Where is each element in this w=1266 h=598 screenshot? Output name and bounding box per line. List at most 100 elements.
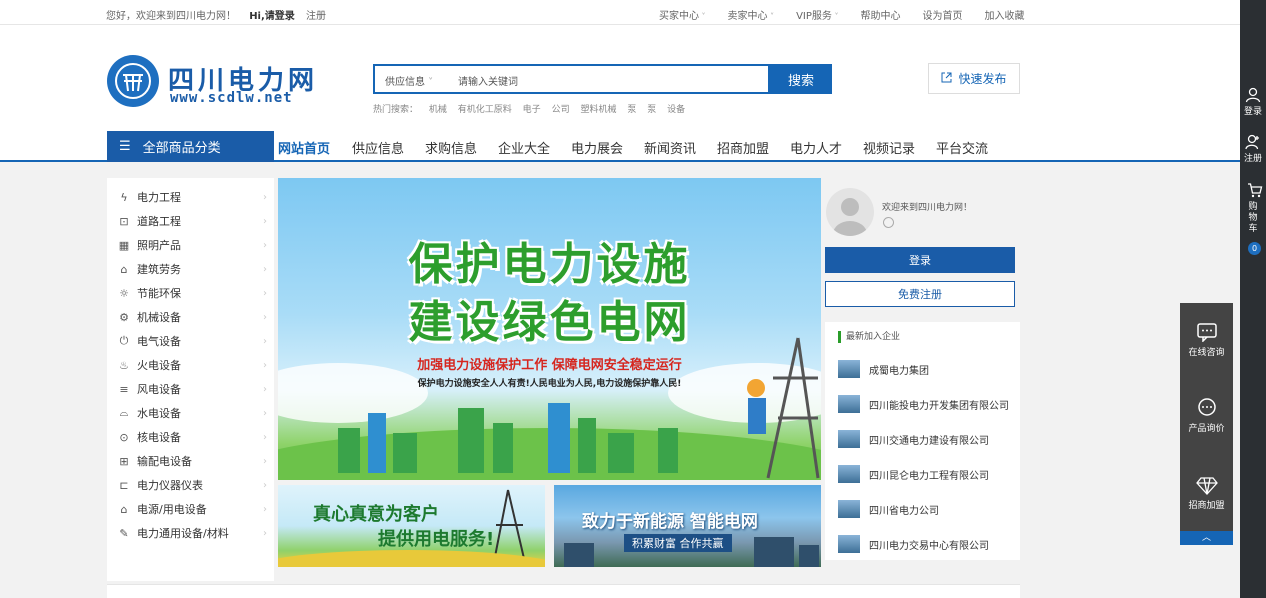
- category-item[interactable]: ⏻ 电气设备 ›: [117, 331, 267, 351]
- register-link[interactable]: 注册: [306, 11, 326, 22]
- category-item[interactable]: ⌂ 建筑劳务 ›: [117, 259, 268, 279]
- logo-icon[interactable]: [107, 55, 159, 107]
- company-item[interactable]: 四川省电力公司: [838, 498, 939, 520]
- transformer-icon: ⊞: [119, 454, 129, 468]
- category-item[interactable]: ⚙ 机械设备 ›: [117, 307, 267, 327]
- add-user-icon: [1245, 134, 1259, 150]
- hot-term[interactable]: 设备: [667, 105, 685, 115]
- category-item[interactable]: ▦ 照明产品 ›: [117, 235, 267, 255]
- company-thumbnail: [838, 535, 860, 553]
- worker-icon: ⌂: [120, 262, 128, 276]
- category-item[interactable]: ⌓ 水电设备 ›: [117, 403, 267, 423]
- back-to-top-button[interactable]: ︿: [1180, 531, 1233, 545]
- hot-term[interactable]: 公司: [552, 105, 570, 115]
- hot-term[interactable]: 泵: [647, 105, 656, 115]
- hot-term[interactable]: 塑料机械: [580, 105, 616, 115]
- company-item[interactable]: 成蜀电力集团: [838, 358, 929, 380]
- chevron-right-icon: ›: [263, 239, 267, 251]
- company-thumbnail: [838, 465, 860, 483]
- user-icon: [1245, 87, 1261, 103]
- nav-item-exhibitions[interactable]: 电力展会: [571, 138, 623, 157]
- headset-icon[interactable]: [883, 217, 894, 228]
- set-homepage-link[interactable]: 设为首页: [922, 7, 962, 22]
- category-item[interactable]: ⊙ 核电设备 ›: [117, 427, 267, 447]
- login-button[interactable]: 登录: [825, 247, 1015, 273]
- category-item[interactable]: ⊡ 道路工程 ›: [117, 211, 267, 231]
- category-label: 电气设备: [137, 335, 181, 348]
- wind-icon: ≡: [119, 382, 129, 396]
- tool-icon: ✎: [119, 526, 129, 540]
- company-thumbnail: [838, 360, 860, 378]
- flame-icon: ♨: [119, 358, 129, 372]
- category-item[interactable]: ♨ 火电设备 ›: [117, 355, 267, 375]
- quick-publish-button[interactable]: 快速发布: [928, 63, 1020, 94]
- company-name: 四川昆仑电力工程有限公司: [869, 470, 989, 482]
- nav-item-purchase[interactable]: 求购信息: [425, 138, 477, 157]
- shirt-icon: ⌓: [119, 406, 129, 419]
- chevron-right-icon: ›: [263, 215, 267, 227]
- login-link[interactable]: Hi,请登录: [249, 11, 295, 22]
- category-label: 电源/用电设备: [137, 503, 207, 516]
- bank-icon: ⌂: [120, 502, 128, 516]
- add-favorite-link[interactable]: 加入收藏: [984, 7, 1024, 22]
- nav-item-news[interactable]: 新闻资讯: [644, 138, 696, 157]
- all-categories-button[interactable]: ☰ 全部商品分类: [107, 131, 274, 162]
- category-item[interactable]: ☼ 节能环保 ›: [117, 283, 267, 303]
- nav-item-franchise[interactable]: 招商加盟: [717, 138, 769, 157]
- category-label: 核电设备: [137, 431, 181, 444]
- category-label: 建筑劳务: [137, 263, 181, 276]
- nav-item-forum[interactable]: 平台交流: [936, 138, 988, 157]
- category-item[interactable]: ϟ 电力工程 ›: [117, 187, 267, 207]
- banner-customer-service[interactable]: 真心真意为客户 提供用电服务!: [278, 485, 545, 567]
- banner-subline: 加强电力设施保护工作 保障电网安全稳定运行: [417, 358, 682, 373]
- franchise-button[interactable]: 招商加盟: [1180, 475, 1233, 511]
- banner-small2-line1: 致力于新能源 智能电网: [582, 512, 758, 532]
- external-link-icon: [941, 72, 952, 86]
- product-inquiry-button[interactable]: 产品询价: [1180, 398, 1233, 434]
- sidebar-cart[interactable]: 购物车: [1240, 182, 1266, 235]
- search-input[interactable]: 请输入关键词: [458, 73, 518, 88]
- buyer-center-link[interactable]: 买家中心: [659, 7, 706, 22]
- hot-term[interactable]: 有机化工原料: [458, 105, 512, 115]
- chevron-right-icon: ›: [263, 263, 267, 275]
- sidebar-register[interactable]: 注册: [1240, 134, 1266, 165]
- help-center-link[interactable]: 帮助中心: [860, 7, 900, 22]
- hot-term[interactable]: 泵: [627, 105, 636, 115]
- banner-new-energy[interactable]: 致力于新能源 智能电网 积累财富 合作共赢: [554, 485, 821, 567]
- nav-item-supply[interactable]: 供应信息: [352, 138, 404, 157]
- category-item[interactable]: ⌂ 电源/用电设备 ›: [117, 499, 268, 519]
- search-button[interactable]: 搜索: [770, 64, 832, 94]
- nav-item-companies[interactable]: 企业大全: [498, 138, 550, 157]
- main-banner[interactable]: 保护电力设施 建设绿色电网 加强电力设施保护工作 保障电网安全稳定运行 保护电力…: [278, 178, 821, 480]
- diamond-icon: [1195, 477, 1218, 495]
- nav-item-talent[interactable]: 电力人才: [790, 138, 842, 157]
- seller-center-link[interactable]: 卖家中心: [728, 7, 775, 22]
- chevron-right-icon: ›: [263, 383, 267, 395]
- online-consult-button[interactable]: 在线咨询: [1180, 322, 1233, 358]
- category-item[interactable]: ⊞ 输配电设备 ›: [117, 451, 267, 471]
- nav-item-videos[interactable]: 视频记录: [863, 138, 915, 157]
- banner-small1-line1: 真心真意为客户: [313, 504, 439, 525]
- hot-term[interactable]: 机械: [429, 105, 447, 115]
- category-item[interactable]: ⊏ 电力仪器仪表 ›: [117, 475, 267, 495]
- chevron-right-icon: ›: [263, 335, 267, 347]
- company-item[interactable]: 四川昆仑电力工程有限公司: [838, 463, 989, 485]
- road-icon: ⊡: [119, 214, 129, 228]
- nav-item-home[interactable]: 网站首页: [278, 138, 331, 162]
- vip-service-link[interactable]: VIP服务: [796, 7, 838, 22]
- company-item[interactable]: 四川电力交易中心有限公司: [838, 533, 989, 555]
- search-category-select[interactable]: 供应信息: [385, 73, 433, 88]
- category-item[interactable]: ✎ 电力通用设备/材料 ›: [117, 523, 267, 543]
- sidebar-login[interactable]: 登录: [1240, 87, 1266, 118]
- logo-url[interactable]: www.scdlw.net: [170, 90, 293, 106]
- register-button[interactable]: 免费注册: [825, 281, 1015, 307]
- chevron-up-icon: ︿: [1201, 533, 1211, 543]
- category-item[interactable]: ≡ 风电设备 ›: [117, 379, 267, 399]
- company-item[interactable]: 四川能投电力开发集团有限公司: [838, 393, 1009, 415]
- hot-term[interactable]: 电子: [523, 105, 541, 115]
- wrench-icon: ⚙: [119, 310, 129, 324]
- company-item[interactable]: 四川交通电力建设有限公司: [838, 428, 989, 450]
- category-label: 节能环保: [137, 287, 181, 300]
- category-label: 风电设备: [137, 383, 181, 396]
- chevron-right-icon: ›: [263, 311, 267, 323]
